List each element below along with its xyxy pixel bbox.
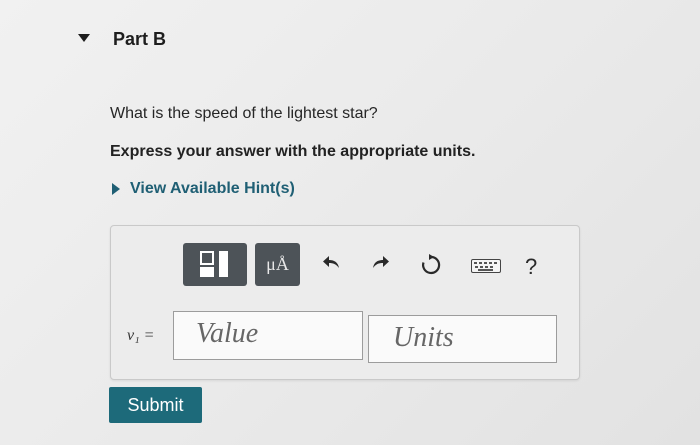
collapse-caret-icon[interactable] bbox=[78, 34, 90, 42]
help-icon[interactable]: ? bbox=[525, 254, 537, 280]
triangle-right-icon bbox=[112, 183, 120, 195]
redo-icon[interactable] bbox=[369, 254, 391, 272]
keyboard-icon[interactable] bbox=[471, 259, 501, 273]
answer-panel: μÅ ? v₁ = Value Units bbox=[110, 225, 580, 380]
variable-label: v₁ = bbox=[127, 327, 155, 344]
view-hints-link[interactable]: View Available Hint(s) bbox=[112, 180, 295, 198]
part-title: Part B bbox=[113, 29, 167, 49]
submit-button[interactable]: Submit bbox=[109, 387, 202, 423]
view-hints-label: View Available Hint(s) bbox=[130, 180, 295, 197]
question-text: What is the speed of the lightest star? bbox=[110, 105, 378, 122]
units-field[interactable]: Units bbox=[368, 315, 557, 363]
units-icon: μÅ bbox=[266, 254, 289, 274]
templates-button[interactable] bbox=[183, 243, 247, 286]
reset-icon[interactable] bbox=[420, 254, 442, 276]
undo-icon[interactable] bbox=[321, 254, 343, 272]
units-button[interactable]: μÅ bbox=[255, 243, 300, 286]
value-field[interactable]: Value bbox=[173, 311, 363, 360]
instruction-text: Express your answer with the appropriate… bbox=[110, 143, 476, 160]
